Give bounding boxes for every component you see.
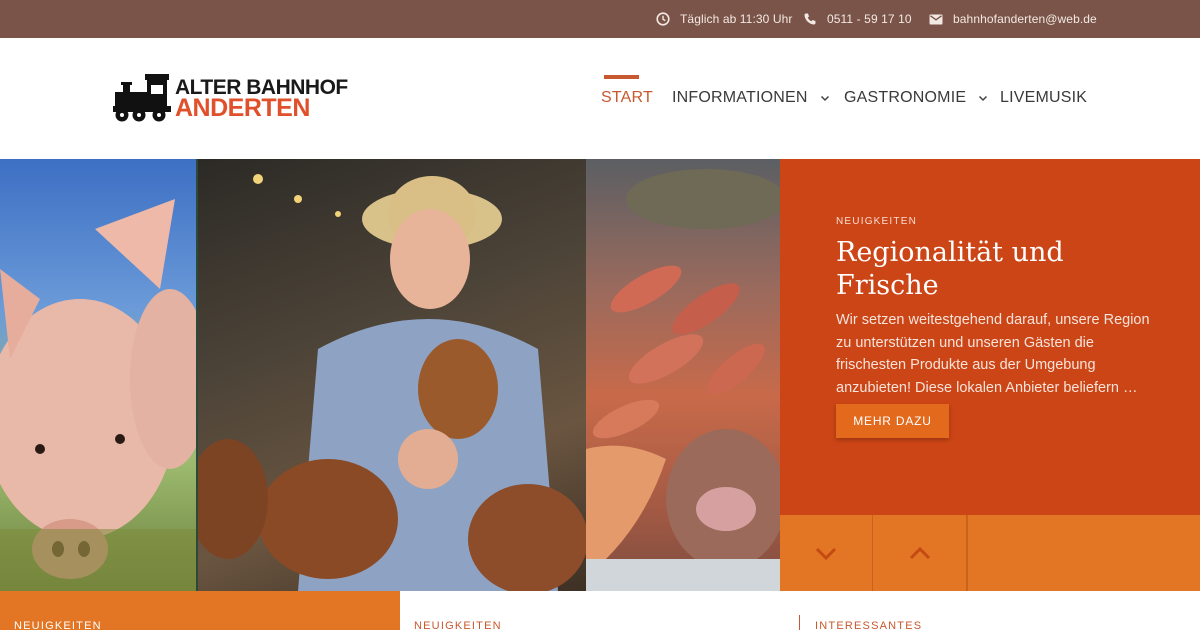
clock-icon bbox=[656, 12, 670, 26]
content-strip: NEUIGKEITEN NEUIGKEITEN INTERESSANTES bbox=[0, 591, 1200, 630]
news-panel: NEUIGKEITEN Regionalität und Frische Wir… bbox=[780, 159, 1200, 515]
news-kicker: NEUIGKEITEN bbox=[836, 216, 917, 227]
nav-livemusik[interactable]: LIVEMUSIK bbox=[1000, 89, 1087, 107]
nav-start[interactable]: START bbox=[601, 89, 653, 107]
nav-informationen[interactable]: INFORMATIONEN bbox=[672, 89, 830, 107]
locomotive-icon bbox=[113, 74, 171, 122]
nav-gastronomie-label: GASTRONOMIE bbox=[844, 89, 967, 106]
slider-controls-divider bbox=[967, 515, 968, 591]
chevron-down-icon bbox=[815, 547, 837, 560]
news-title[interactable]: Regionalität und Frische bbox=[836, 236, 1166, 302]
phone-number: 0511 - 59 17 10 bbox=[827, 12, 912, 26]
email-address: bahnhofanderten@web.de bbox=[953, 12, 1097, 26]
nav-gastronomie[interactable]: GASTRONOMIE bbox=[844, 89, 988, 107]
hero-slider: NEUIGKEITEN Regionalität und Frische Wir… bbox=[0, 159, 1200, 591]
email-link[interactable]: bahnhofanderten@web.de bbox=[929, 0, 1097, 38]
phone-icon bbox=[804, 13, 816, 25]
top-bar: Täglich ab 11:30 Uhr 0511 - 59 17 10 bah… bbox=[0, 0, 1200, 38]
farmer-illustration bbox=[198, 174, 586, 591]
column-2-heading: NEUIGKEITEN bbox=[414, 620, 502, 630]
slider-next-button[interactable] bbox=[873, 515, 967, 591]
column-1-heading: NEUIGKEITEN bbox=[14, 620, 102, 630]
slider-prev-button[interactable] bbox=[780, 515, 873, 591]
slider-controls bbox=[780, 515, 1200, 591]
logo-line-2: ANDERTEN bbox=[175, 94, 310, 122]
pig-illustration bbox=[0, 199, 196, 591]
mail-icon bbox=[929, 14, 943, 24]
chevron-down-icon bbox=[820, 95, 829, 101]
nav-start-label: START bbox=[601, 89, 653, 106]
site-header: ALTER BAHNHOF ANDERTEN START INFORMATION… bbox=[0, 38, 1200, 159]
site-logo[interactable]: ALTER BAHNHOF ANDERTEN bbox=[113, 72, 353, 126]
active-nav-indicator bbox=[604, 75, 639, 79]
pig-photo bbox=[0, 159, 196, 591]
nav-livemusik-label: LIVEMUSIK bbox=[1000, 89, 1088, 106]
column-3-heading: INTERESSANTES bbox=[815, 620, 923, 630]
chevron-down-icon bbox=[979, 95, 988, 101]
opening-hours-text: Täglich ab 11:30 Uhr bbox=[680, 12, 793, 26]
fish-illustration bbox=[586, 169, 780, 591]
chevron-up-icon bbox=[909, 546, 930, 559]
phone-link[interactable]: 0511 - 59 17 10 bbox=[803, 0, 912, 38]
column-divider bbox=[799, 615, 800, 630]
nav-informationen-label: INFORMATIONEN bbox=[672, 89, 808, 106]
farmer-photo bbox=[196, 159, 586, 591]
news-excerpt: Wir setzen weitestgehend darauf, unsere … bbox=[836, 312, 1150, 396]
fish-photo bbox=[586, 159, 780, 591]
read-more-button[interactable]: MEHR DAZU bbox=[836, 404, 949, 438]
opening-hours: Täglich ab 11:30 Uhr bbox=[656, 0, 793, 38]
